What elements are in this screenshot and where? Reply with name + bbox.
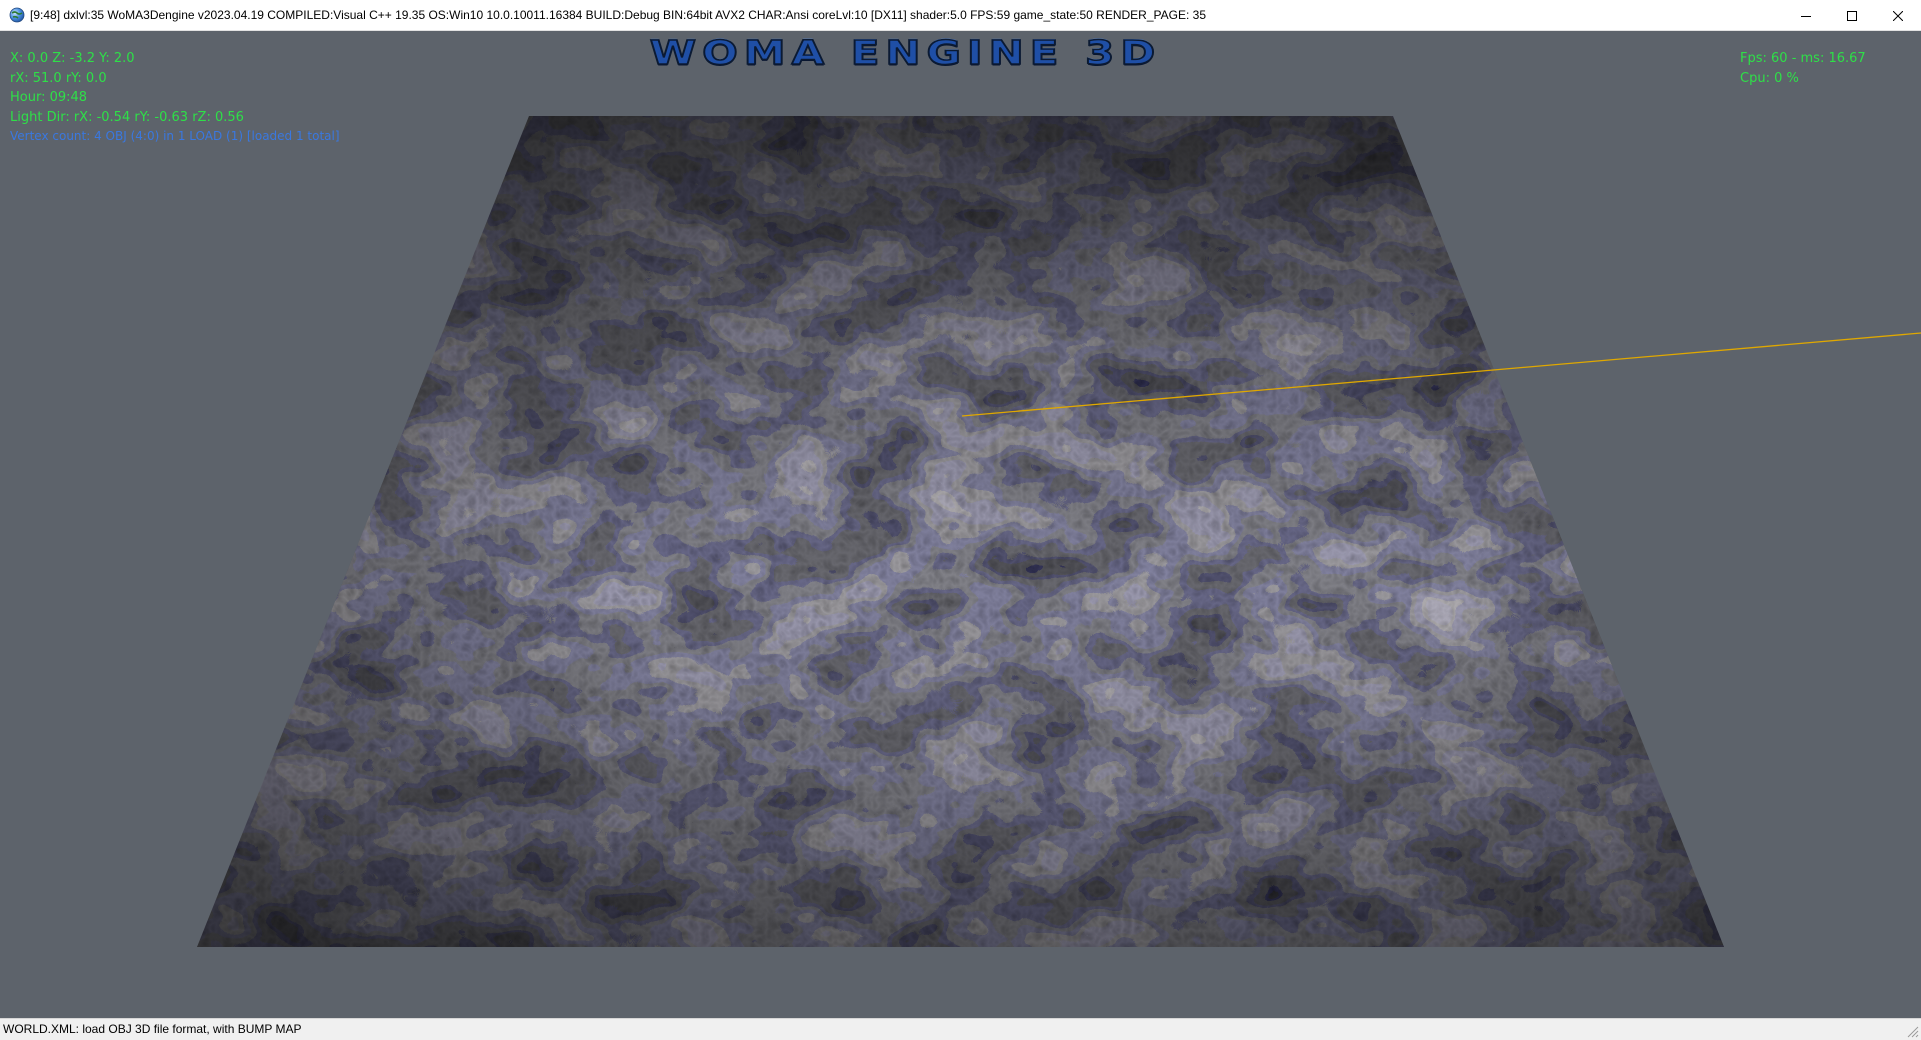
hud-render-info: Vertex count: 4 OBJ (4:0) in 1 LOAD (1) … bbox=[10, 129, 340, 143]
close-icon bbox=[1893, 10, 1903, 21]
hud-camera-rotation: rX: 51.0 rY: 0.0 bbox=[10, 70, 107, 86]
maximize-button[interactable] bbox=[1829, 0, 1875, 31]
window-titlebar[interactable]: [9:48] dxlvl:35 WoMA3Dengine v2023.04.19… bbox=[0, 0, 1921, 31]
globe-icon[interactable] bbox=[9, 7, 25, 23]
hud-light-direction: Light Dir: rX: -0.54 rY: -0.63 rZ: 0.56 bbox=[10, 109, 244, 125]
minimize-icon bbox=[1801, 15, 1811, 17]
status-text: WORLD.XML: load OBJ 3D file format, with… bbox=[3, 1022, 302, 1036]
textured-floor-plane bbox=[197, 116, 1724, 947]
hud-hour: Hour: 09:48 bbox=[10, 90, 88, 105]
hud-cpu: Cpu: 0 % bbox=[1740, 70, 1799, 86]
scene-render bbox=[197, 116, 1921, 947]
maximize-icon bbox=[1847, 10, 1857, 21]
hud-right-panel: Fps: 60 - ms: 16.67 Cpu: 0 % bbox=[1740, 49, 1866, 88]
window-title: [9:48] dxlvl:35 WoMA3Dengine v2023.04.19… bbox=[30, 8, 1206, 22]
minimize-button[interactable] bbox=[1783, 0, 1829, 31]
close-button[interactable] bbox=[1875, 0, 1921, 31]
hud-fps: Fps: 60 - ms: 16.67 bbox=[1740, 51, 1866, 66]
hud-camera-position: X: 0.0 Z: -3.2 Y: 2.0 bbox=[10, 51, 135, 66]
resize-grip-icon[interactable] bbox=[1905, 1024, 1919, 1038]
hud-left-panel: X: 0.0 Z: -3.2 Y: 2.0 rX: 51.0 rY: 0.0 H… bbox=[10, 49, 340, 147]
render-viewport[interactable]: WOMA ENGINE 3D X: 0.0 Z: -3.2 Y: 2.0 rX:… bbox=[0, 31, 1921, 1018]
status-bar: WORLD.XML: load OBJ 3D file format, with… bbox=[0, 1018, 1921, 1040]
